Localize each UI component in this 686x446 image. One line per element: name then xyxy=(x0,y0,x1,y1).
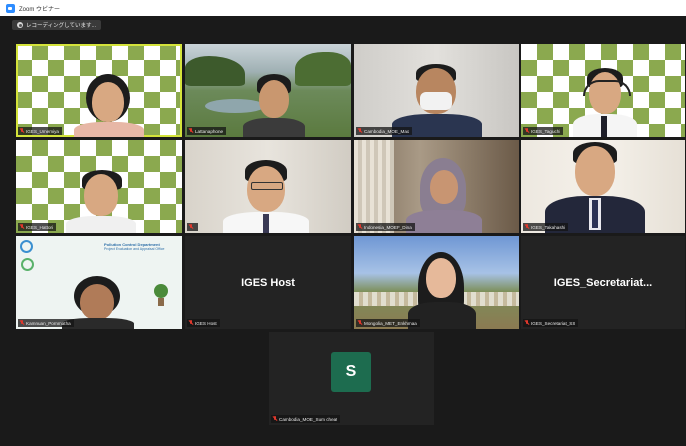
video-tile-participant[interactable] xyxy=(185,140,351,233)
participant-name: IGES_Secretariat_SS xyxy=(531,320,576,326)
participant-name: Lattanaphone xyxy=(195,128,224,134)
necktie xyxy=(592,200,598,228)
glasses xyxy=(251,182,283,190)
participant-name-tag: IGES_Secretariat_SS xyxy=(523,319,579,327)
recording-indicator[interactable]: レコーディングしています... xyxy=(12,20,102,30)
mic-muted-icon xyxy=(358,320,362,326)
background-water xyxy=(205,99,265,113)
mic-muted-icon xyxy=(20,224,24,230)
video-tile-iges-secretariat[interactable]: IGES_Secretariat... IGES_Secretariat_SS xyxy=(521,236,685,329)
participant-name: Kamnuan_Pornmatha xyxy=(26,320,71,326)
mic-muted-icon xyxy=(189,320,193,326)
mic-muted-icon xyxy=(525,320,529,326)
video-tile-kamnuan[interactable]: Pollution Control Department Project Eva… xyxy=(16,236,182,329)
background-trees xyxy=(295,52,351,86)
mic-muted-icon xyxy=(20,320,24,326)
participant-name-tag: IGES_Taguchi xyxy=(523,127,564,135)
participant-name-tag: Kamnuan_Pornmatha xyxy=(18,319,74,327)
participant-name-tag: Indonesia_MOEF_Dina xyxy=(356,223,415,231)
participant-name-tag: IGES_Umemiya xyxy=(18,127,62,135)
video-gallery: レコーディングしています... IGES_Umemiya Lattanaphon… xyxy=(0,16,686,446)
participant-name: Cambodia_MOE_Sum cheat xyxy=(279,416,338,422)
window-title: Zoom ウビナー xyxy=(19,6,61,13)
plant xyxy=(154,284,168,306)
video-tile-lattanaphone[interactable]: Lattanaphone xyxy=(185,44,351,137)
video-tile-hattori[interactable]: IGES_Hattori xyxy=(16,140,182,233)
background-trees xyxy=(185,56,245,86)
participant-display-name: IGES Host xyxy=(241,276,295,289)
participant-name-tag: Lattanaphone xyxy=(187,127,227,135)
background-curtain xyxy=(354,140,394,233)
recording-label: レコーディングしています... xyxy=(26,23,97,29)
banner: Pollution Control Department Project Eva… xyxy=(104,242,164,251)
banner-line2: Project Evaluation and Appraisal Office xyxy=(104,247,165,251)
participant-name: IGES_Umemiya xyxy=(26,128,59,134)
video-tile-indonesia-dina[interactable]: Indonesia_MOEF_Dina xyxy=(354,140,519,233)
video-tile-cambodia-sum-cheat[interactable]: S Cambodia_MOE_Sum cheat xyxy=(269,332,434,425)
organization-logo xyxy=(20,240,50,271)
video-tile-umemiya[interactable]: IGES_Umemiya xyxy=(16,44,182,137)
participant-name-tag: Cambodia_MOE_Sum cheat xyxy=(271,415,341,423)
participant-name: IGES_Taguchi xyxy=(531,128,561,134)
participant-name-tag xyxy=(187,223,198,231)
video-tile-taguchi[interactable]: IGES_Taguchi xyxy=(521,44,685,137)
participant-name: Indonesia_MOEF_Dina xyxy=(364,224,412,230)
mic-muted-icon xyxy=(358,224,362,230)
headset xyxy=(583,80,631,96)
participant-name: Mongolia_MET_Enkhmaa xyxy=(364,320,417,326)
video-tile-mongolia-enkhmaa[interactable]: Mongolia_MET_Enkhmaa xyxy=(354,236,519,329)
video-tile-iges-host[interactable]: IGES Host IGES Host xyxy=(185,236,351,329)
mic-muted-icon xyxy=(189,128,193,134)
participant-name-tag: IGES_Takahashi xyxy=(523,223,569,231)
participant-name-tag: IGES_Hattori xyxy=(18,223,57,231)
record-icon xyxy=(17,22,23,28)
participant-name: Cambodia_MOE_Mao xyxy=(364,128,410,134)
mic-muted-icon xyxy=(273,416,277,422)
avatar: S xyxy=(331,352,371,392)
participant-name-tag: IGES Host xyxy=(187,319,220,327)
mic-muted-icon xyxy=(525,128,529,134)
face-mask xyxy=(420,92,452,110)
mic-muted-icon xyxy=(525,224,529,230)
participant-name-tag: Mongolia_MET_Enkhmaa xyxy=(356,319,420,327)
mic-muted-icon xyxy=(358,128,362,134)
participant-name: IGES Host xyxy=(195,320,217,326)
mic-muted-icon xyxy=(20,128,24,134)
participant-display-name: IGES_Secretariat... xyxy=(553,276,653,289)
mic-muted-icon xyxy=(189,224,193,230)
window-titlebar: Zoom ウビナー xyxy=(0,0,686,16)
necktie xyxy=(263,214,269,233)
participant-name: IGES_Hattori xyxy=(26,224,54,230)
participant-name: IGES_Takahashi xyxy=(531,224,566,230)
video-tile-cambodia-mao[interactable]: Cambodia_MOE_Mao xyxy=(354,44,519,137)
participant-name-tag: Cambodia_MOE_Mao xyxy=(356,127,413,135)
video-tile-takahashi[interactable]: IGES_Takahashi xyxy=(521,140,685,233)
necktie xyxy=(601,116,607,137)
zoom-app-icon xyxy=(6,3,15,13)
